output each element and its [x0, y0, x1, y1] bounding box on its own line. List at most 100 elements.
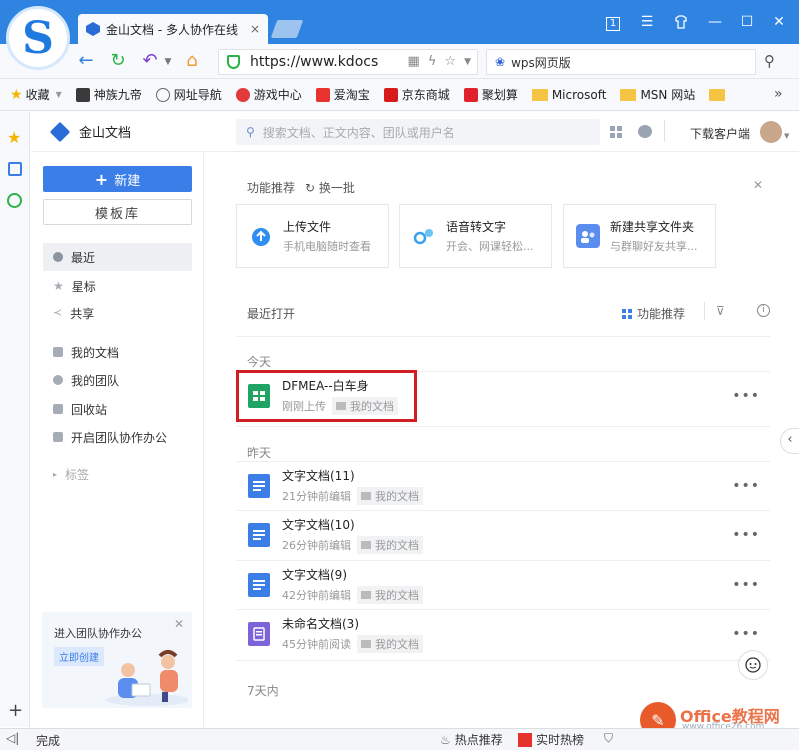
shield-status-icon[interactable]: ⛉	[604, 731, 613, 746]
apps-grid-icon[interactable]	[610, 126, 622, 138]
brand-name: 金山文档	[79, 126, 132, 141]
bookmark-item[interactable]: 游戏中心	[235, 86, 302, 103]
note-icon	[248, 622, 270, 646]
skin-icon[interactable]	[670, 12, 692, 32]
qr-code-icon[interactable]: ▦	[408, 54, 420, 70]
promo-create-button[interactable]: 立即创建	[54, 647, 104, 666]
more-options-icon[interactable]: •••	[732, 527, 760, 543]
bookmark-item[interactable]: 爱淘宝	[315, 86, 370, 103]
sidebar-item-team-office[interactable]: 开启团队协作办公	[43, 423, 192, 451]
sidebar-item-shared[interactable]: ≺ 共享	[43, 299, 192, 327]
search-icon[interactable]: ⚲	[764, 52, 775, 70]
bookmark-overflow-icon[interactable]: »	[774, 86, 783, 102]
reader-icon[interactable]	[8, 162, 22, 176]
bookmark-item[interactable]: 京东商城	[383, 86, 450, 103]
promo-close-icon[interactable]: ✕	[174, 617, 184, 631]
folder-icon	[361, 541, 371, 549]
divider	[236, 426, 770, 427]
more-options-icon[interactable]: •••	[732, 388, 760, 404]
download-client-link[interactable]: 下载客户端	[690, 125, 750, 142]
flame-icon: ♨	[440, 732, 451, 747]
status-bar	[0, 728, 799, 750]
bookmark-folder[interactable]: Microsoft	[531, 88, 606, 102]
bookmark-favorites[interactable]: ★ 收藏 ▼	[10, 86, 62, 103]
folder-tag[interactable]: 我的文档	[357, 586, 423, 604]
url-bar[interactable]: https://www.kdocs ▦ ϟ ☆ ▼	[218, 49, 478, 75]
bookmark-item[interactable]: 聚划算	[463, 86, 518, 103]
refresh-batch-button[interactable]: ↻ 换一批	[305, 179, 355, 196]
browser-tab[interactable]: 金山文档 - 多人协作在线 ×	[78, 14, 268, 44]
history-clock-icon[interactable]	[7, 193, 22, 208]
home-icon[interactable]: ⌂	[180, 50, 204, 74]
url-dropdown-icon[interactable]: ▼	[464, 54, 471, 70]
bookmark-item[interactable]: 网址导航	[155, 86, 222, 103]
sidebar-toggle-icon[interactable]: ◁|	[6, 731, 19, 745]
sidebar-tags[interactable]: ▸ 标签	[43, 460, 192, 488]
favorites-star-icon[interactable]: ★	[7, 128, 21, 147]
menu-icon[interactable]: ☰	[636, 12, 658, 32]
realtime-hot-link[interactable]: 实时热榜	[518, 731, 584, 748]
avatar[interactable]	[760, 121, 782, 143]
message-icon[interactable]	[638, 125, 652, 138]
add-icon[interactable]: +	[8, 700, 23, 721]
url-text: https://www.kdocs	[250, 54, 379, 70]
clock-icon	[53, 252, 63, 262]
bookmark-star-icon[interactable]: ☆	[444, 54, 456, 70]
feature-toggle[interactable]: 功能推荐	[622, 305, 685, 322]
refresh-icon[interactable]: ↻	[106, 50, 130, 74]
table-row[interactable]: 文字文档(10) 26分钟前编辑 我的文档 •••	[236, 511, 770, 559]
bookmark-bar: ★ 收藏 ▼ 神族九帝 网址导航 游戏中心 爱淘宝 京东商城 聚划算 Micro…	[0, 79, 799, 111]
feature-card-shared-folder[interactable]: 新建共享文件夹 与群聊好友共享...	[563, 204, 716, 268]
more-options-icon[interactable]: •••	[732, 626, 760, 642]
sidebar-item-recycle-bin[interactable]: 回收站	[43, 395, 192, 423]
folder-tag[interactable]: 我的文档	[357, 536, 423, 554]
brand[interactable]: 金山文档	[49, 121, 132, 142]
lightning-icon[interactable]: ϟ	[428, 54, 437, 70]
team-icon	[53, 375, 63, 385]
collapse-panel-button[interactable]: ‹	[780, 428, 799, 454]
minimize-icon[interactable]: —	[704, 12, 726, 32]
more-options-icon[interactable]: •••	[732, 577, 760, 593]
sidebar-item-my-team[interactable]: 我的团队	[43, 366, 192, 394]
bookmark-folder[interactable]: MSN 网站	[620, 86, 695, 103]
template-library-button[interactable]: 模板库	[43, 199, 192, 225]
filter-icon[interactable]: ⊽	[716, 304, 725, 318]
divider	[236, 660, 770, 661]
maximize-icon[interactable]: ☐	[736, 12, 758, 32]
table-row[interactable]: 文字文档(9) 42分钟前编辑 我的文档 •••	[236, 561, 770, 609]
undo-dropdown-icon[interactable]: ▼	[156, 50, 180, 74]
close-window-icon[interactable]: ✕	[768, 12, 790, 32]
document-icon	[248, 573, 270, 597]
table-row[interactable]: 文字文档(11) 21分钟前编辑 我的文档 •••	[236, 462, 770, 510]
info-icon[interactable]: i	[757, 304, 770, 317]
feature-close-icon[interactable]: ✕	[753, 178, 763, 192]
window-number-icon[interactable]: 1	[602, 12, 624, 32]
folder-tag[interactable]: 我的文档	[357, 487, 423, 505]
search-icon: ⚲	[246, 125, 255, 139]
bookmark-folder[interactable]	[709, 88, 729, 101]
new-button[interactable]: + 新建	[43, 166, 192, 192]
avatar-dropdown-icon[interactable]: ▼	[784, 132, 789, 140]
team-office-icon	[53, 432, 63, 442]
plus-icon: +	[94, 169, 109, 189]
assistant-icon[interactable]	[738, 650, 768, 680]
hot-recommend-link[interactable]: ♨ 热点推荐	[440, 731, 503, 748]
more-options-icon[interactable]: •••	[732, 478, 760, 494]
secure-shield-icon	[227, 55, 240, 69]
bookmark-item[interactable]: 神族九帝	[75, 86, 142, 103]
sidebar-item-my-docs[interactable]: 我的文档	[43, 338, 192, 366]
doc-search-input[interactable]: ⚲ 搜索文档、正文内容、团队或用户名	[236, 119, 600, 145]
folder-icon	[53, 347, 63, 357]
folder-tag[interactable]: 我的文档	[357, 635, 423, 653]
feature-card-upload[interactable]: 上传文件 手机电脑随时查看	[236, 204, 389, 268]
sidebar-item-starred[interactable]: ★ 星标	[43, 272, 192, 300]
browser-logo[interactable]: S	[6, 6, 70, 70]
tab-close-icon[interactable]: ×	[250, 22, 260, 36]
table-row[interactable]: 未命名文档(3) 45分钟前阅读 我的文档 •••	[236, 610, 770, 658]
sidebar-item-recent[interactable]: 最近	[43, 243, 192, 271]
back-icon[interactable]: ←	[74, 50, 98, 74]
browser-search-box[interactable]: ❀ wps网页版	[486, 49, 756, 75]
folder-icon	[531, 88, 548, 101]
feature-card-speech-to-text[interactable]: 语音转文字 开会、网课轻松...	[399, 204, 552, 268]
globe-icon	[155, 87, 170, 102]
